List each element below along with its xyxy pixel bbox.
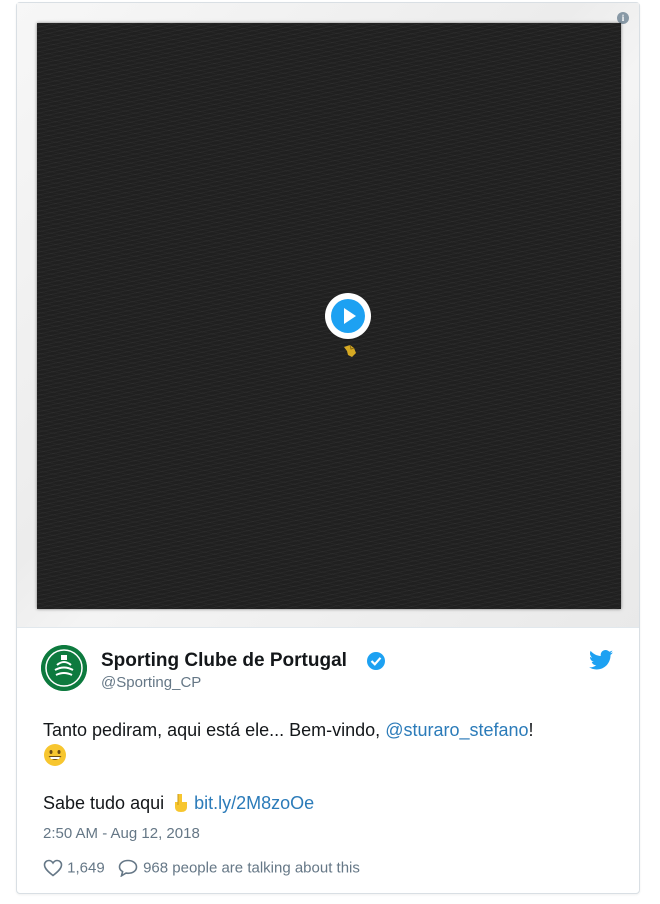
mention-link[interactable]: @sturaro_stefano bbox=[385, 720, 528, 740]
tweet-actions: 1,649 968 people are talking about this bbox=[43, 859, 360, 878]
display-name[interactable]: Sporting Clube de Portugal bbox=[101, 650, 347, 672]
comment-icon[interactable] bbox=[117, 859, 139, 878]
media-frame: i bbox=[17, 3, 639, 628]
point-down-icon bbox=[175, 794, 188, 812]
like-count[interactable]: 1,649 bbox=[67, 860, 105, 877]
play-button[interactable] bbox=[325, 293, 371, 339]
user-handle[interactable]: @Sporting_CP bbox=[101, 674, 201, 691]
comments-summary[interactable]: 968 people are talking about this bbox=[143, 860, 360, 877]
link-line-text: Sabe tudo aqui bbox=[43, 793, 165, 813]
tweet-text-suffix: ! bbox=[528, 720, 534, 740]
pointing-hand-icon bbox=[344, 344, 356, 357]
play-icon[interactable] bbox=[331, 299, 365, 333]
tweet-link-line: Sabe tudo aqui bit.ly/2M8zoOe bbox=[43, 793, 314, 814]
timestamp[interactable]: 2:50 AM - Aug 12, 2018 bbox=[43, 825, 200, 842]
grinning-face-icon bbox=[44, 744, 66, 766]
verified-badge-icon bbox=[367, 652, 385, 670]
tweet-text-prefix: Tanto pediram, aqui está ele... Bem-vind… bbox=[43, 720, 386, 740]
heart-icon[interactable] bbox=[43, 859, 63, 877]
tweet-embed-card: i Sporting Clube de Portugal @Sporting_C… bbox=[16, 2, 640, 894]
twitter-bird-icon[interactable] bbox=[589, 650, 613, 670]
tweet-text: Tanto pediram, aqui está ele... Bem-vind… bbox=[43, 717, 613, 743]
tweet-body: Sporting Clube de Portugal @Sporting_CP … bbox=[17, 628, 639, 893]
video-player[interactable] bbox=[37, 23, 621, 609]
avatar[interactable] bbox=[41, 645, 87, 691]
short-link[interactable]: bit.ly/2M8zoOe bbox=[194, 793, 314, 813]
